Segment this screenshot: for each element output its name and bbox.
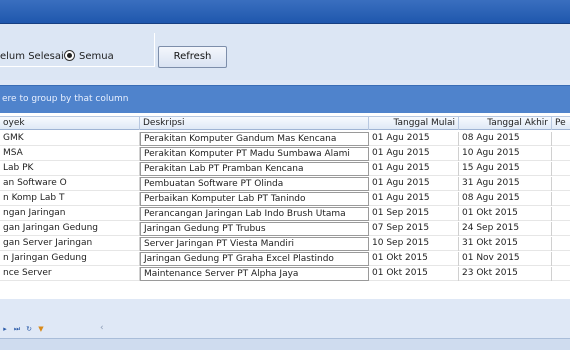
cell-pe [552,162,570,176]
column-header-tanggal-akhir[interactable]: Tanggal Akhir [459,117,552,130]
cell-pe [552,132,570,146]
cell-proyek: MSA [0,147,140,161]
cell-proyek: Lab PK [0,162,140,176]
cell-deskripsi: Server Jaringan PT Viesta Mandiri [140,237,369,251]
table-row[interactable]: n Komp Lab T Perbaikan Komputer Lab PT T… [0,192,570,206]
column-header-tanggal-mulai[interactable]: Tanggal Mulai [369,117,459,130]
cell-proyek: gan Jaringan Gedung [0,222,140,236]
table-row[interactable]: gan Jaringan Gedung Jaringan Gedung PT T… [0,222,570,236]
refresh-button[interactable]: Refresh [158,46,227,68]
cell-deskripsi: Perbaikan Komputer Lab PT Tanindo [140,192,369,206]
cell-proyek: an Software O [0,177,140,191]
cell-deskripsi: Perakitan Komputer Gandum Mas Kencana [140,132,369,146]
column-header-pe[interactable]: Pe [552,117,570,130]
filter-panel: elum Selesai Semua Refresh [0,24,570,80]
grid-header: oyek Deskripsi Tanggal Mulai Tanggal Akh… [0,116,570,130]
cell-pe [552,147,570,161]
cell-tanggal-mulai: 01 Agu 2015 [369,192,459,206]
cell-deskripsi: Perakitan Lab PT Pramban Kencana [140,162,369,176]
cell-tanggal-akhir: 31 Agu 2015 [459,177,552,191]
cell-pe [552,252,570,266]
cell-tanggal-mulai: 01 Agu 2015 [369,162,459,176]
cell-tanggal-akhir: 08 Agu 2015 [459,192,552,206]
cell-proyek: GMK [0,132,140,146]
cell-pe [552,237,570,251]
cell-tanggal-mulai: 01 Agu 2015 [369,147,459,161]
cell-deskripsi: Maintenance Server PT Alpha Jaya [140,267,369,281]
record-navigator: ▸ ⏭ ↻ ▼ ‹ [0,322,570,336]
status-bar [0,338,570,350]
cell-proyek: ngan Jaringan [0,207,140,221]
cell-deskripsi: Perancangan Jaringan Lab Indo Brush Utam… [140,207,369,221]
cell-deskripsi: Perakitan Komputer PT Madu Sumbawa Alami [140,147,369,161]
radio-semua[interactable] [64,50,75,61]
cell-proyek: gan Server Jaringan [0,237,140,251]
table-row[interactable]: GMK Perakitan Komputer Gandum Mas Kencan… [0,132,570,146]
cell-tanggal-akhir: 01 Okt 2015 [459,207,552,221]
cell-tanggal-mulai: 07 Sep 2015 [369,222,459,236]
nav-last-icon[interactable]: ⏭ [12,324,22,334]
cell-pe [552,222,570,236]
cell-proyek: nce Server [0,267,140,281]
cell-tanggal-akhir: 31 Okt 2015 [459,237,552,251]
table-row[interactable]: n Jaringan Gedung Jaringan Gedung PT Gra… [0,252,570,266]
cell-tanggal-akhir: 08 Agu 2015 [459,132,552,146]
window-titlebar [0,0,570,24]
nav-next-icon[interactable]: ▸ [0,324,10,334]
cell-tanggal-akhir: 10 Agu 2015 [459,147,552,161]
cell-tanggal-akhir: 23 Okt 2015 [459,267,552,281]
cell-pe [552,267,570,281]
table-row[interactable]: Lab PK Perakitan Lab PT Pramban Kencana … [0,162,570,176]
cell-deskripsi: Jaringan Gedung PT Graha Excel Plastindo [140,252,369,266]
cell-pe [552,192,570,206]
cell-tanggal-mulai: 01 Agu 2015 [369,177,459,191]
table-row[interactable]: ngan Jaringan Perancangan Jaringan Lab I… [0,207,570,221]
cell-tanggal-mulai: 01 Okt 2015 [369,252,459,266]
cell-pe [552,207,570,221]
column-header-proyek[interactable]: oyek [0,117,140,130]
column-header-deskripsi[interactable]: Deskripsi [140,117,369,130]
cell-tanggal-akhir: 24 Sep 2015 [459,222,552,236]
cell-tanggal-mulai: 10 Sep 2015 [369,237,459,251]
cell-tanggal-mulai: 01 Agu 2015 [369,132,459,146]
table-row[interactable]: gan Server Jaringan Server Jaringan PT V… [0,237,570,251]
table-row[interactable]: an Software O Pembuatan Software PT Olin… [0,177,570,191]
nav-filter-icon[interactable]: ▼ [36,324,46,334]
cell-pe [552,177,570,191]
scroll-left-icon[interactable]: ‹ [100,323,104,333]
nav-refresh-icon[interactable]: ↻ [24,324,34,334]
radio-semua-label[interactable]: Semua [79,51,114,62]
group-by-panel[interactable]: ere to group by that column [0,85,570,113]
cell-tanggal-akhir: 01 Nov 2015 [459,252,552,266]
table-row[interactable]: MSA Perakitan Komputer PT Madu Sumbawa A… [0,147,570,161]
cell-tanggal-mulai: 01 Okt 2015 [369,267,459,281]
cell-tanggal-akhir: 15 Agu 2015 [459,162,552,176]
project-grid: oyek Deskripsi Tanggal Mulai Tanggal Akh… [0,113,570,299]
cell-tanggal-mulai: 01 Sep 2015 [369,207,459,221]
cell-proyek: n Jaringan Gedung [0,252,140,266]
cell-deskripsi: Pembuatan Software PT Olinda [140,177,369,191]
group-by-hint: ere to group by that column [2,94,129,104]
cell-deskripsi: Jaringan Gedung PT Trubus [140,222,369,236]
table-row[interactable]: nce Server Maintenance Server PT Alpha J… [0,267,570,281]
cell-proyek: n Komp Lab T [0,192,140,206]
radio-belum-selesai-label[interactable]: elum Selesai [0,51,64,62]
